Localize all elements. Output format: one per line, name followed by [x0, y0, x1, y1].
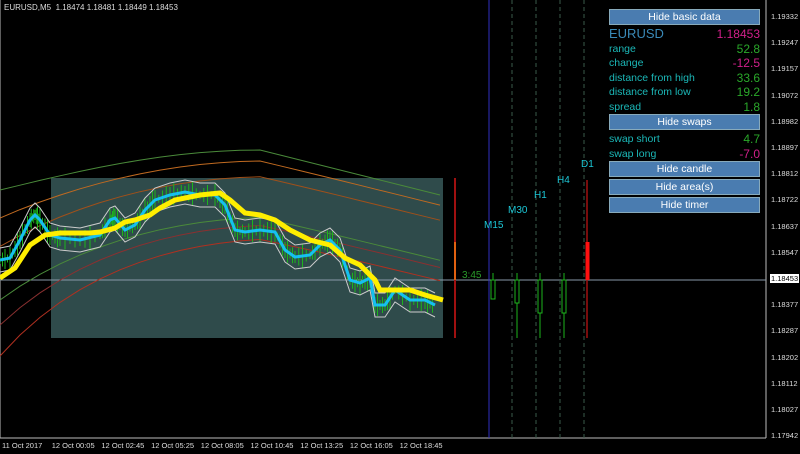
time-tick: 12 Oct 13:25: [300, 441, 344, 450]
time-tick: 12 Oct 10:45: [250, 441, 294, 450]
hide-areas-button[interactable]: Hide area(s): [609, 179, 760, 195]
price-tick: 1.19157: [771, 64, 799, 74]
info-row: distance from high 33.6: [609, 71, 760, 86]
info-value: 19.2: [736, 85, 760, 99]
info-value: 52.8: [736, 41, 760, 56]
info-label: range: [609, 42, 636, 55]
price-tick: 1.19072: [771, 90, 799, 100]
time-tick: 11 Oct 2017: [2, 441, 43, 450]
price-tick: 1.19332: [771, 12, 799, 21]
time-tick: 12 Oct 08:05: [200, 441, 244, 450]
time-tick: 12 Oct 00:05: [51, 441, 95, 450]
price-tick: 1.18027: [771, 405, 799, 414]
info-label: distance from low: [609, 86, 691, 98]
price-tick: 1.18812: [771, 169, 799, 179]
chart-title: EURUSD,M5 1.18474 1.18481 1.18449 1.1845…: [4, 3, 178, 12]
price-tick: 1.18547: [771, 247, 799, 257]
info-row: swap long -7.0: [609, 147, 760, 162]
info-row: distance from low 19.2: [609, 85, 760, 100]
range-area: [51, 178, 443, 338]
hide-basic-data-button[interactable]: Hide basic data: [609, 9, 760, 25]
price-tick: 1.18722: [771, 195, 799, 205]
info-value: -7.0: [739, 146, 760, 161]
time-tick: 12 Oct 02:45: [101, 441, 145, 450]
hide-candle-button[interactable]: Hide candle: [609, 161, 760, 177]
info-label: swap short: [609, 133, 660, 145]
price-tick: 1.18112: [771, 378, 798, 388]
time-tick: 12 Oct 05:25: [151, 441, 195, 450]
hide-swaps-button[interactable]: Hide swaps: [609, 114, 760, 130]
info-label: swap long: [609, 147, 657, 160]
info-row: spread 1.8: [609, 100, 760, 115]
info-label: change: [609, 57, 644, 69]
info-value: 33.6: [736, 70, 760, 85]
price-tick: 1.19247: [771, 38, 799, 48]
timeframe-separators: [511, 0, 585, 438]
price-tick: 1.18453: [770, 274, 800, 283]
symbol-price: 1.18453: [716, 27, 760, 41]
tf-label-d1: D1: [581, 159, 594, 170]
price-tick: 1.18287: [771, 326, 799, 336]
candle-timer: 3:45: [462, 270, 482, 281]
time-tick: 12 Oct 18:45: [399, 441, 443, 450]
price-tick: 1.18982: [771, 116, 799, 126]
info-label: spread: [609, 100, 642, 113]
price-tick: 1.18202: [771, 352, 799, 362]
info-value: 4.7: [743, 132, 760, 146]
time-tick: 12 Oct 16:05: [349, 441, 393, 450]
price-tick: 1.17942: [771, 431, 799, 441]
tf-label-h4: H4: [557, 175, 570, 186]
symbol-name: EURUSD: [609, 26, 664, 41]
info-row: swap short 4.7: [609, 132, 760, 147]
tf-label-m30: M30: [508, 205, 528, 216]
timeframe-candles: [490, 273, 567, 338]
info-row: change -12.5: [609, 56, 760, 71]
info-value: 1.8: [743, 99, 760, 114]
info-panel: Hide basic data EURUSD 1.18453 range 52.8 c…: [609, 9, 760, 215]
price-tick: 1.18897: [771, 143, 799, 152]
price-tick: 1.18637: [771, 221, 799, 231]
info-row: range 52.8: [609, 42, 760, 57]
tf-label-m15: M15: [484, 220, 504, 231]
tf-label-h1: H1: [534, 190, 547, 201]
hide-timer-button[interactable]: Hide timer: [609, 197, 760, 213]
price-tick: 1.18377: [771, 300, 799, 310]
info-value: -12.5: [732, 56, 760, 70]
info-label: distance from high: [609, 71, 695, 84]
d1-candle-body: [585, 242, 590, 280]
